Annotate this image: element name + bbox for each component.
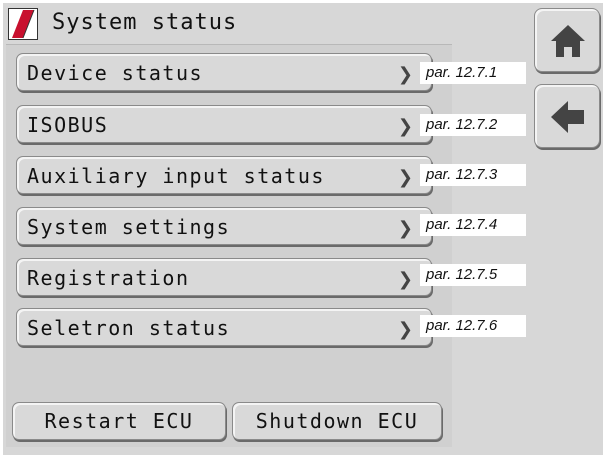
menu-item-system-settings[interactable]: System settings ❯	[16, 207, 432, 245]
chevron-right-icon: ❯	[397, 116, 413, 137]
chevron-right-icon: ❯	[397, 269, 413, 290]
menu-item-registration[interactable]: Registration ❯	[16, 258, 432, 296]
home-button[interactable]	[534, 8, 600, 72]
menu-panel: Device status ❯ ISOBUS ❯ Auxiliary input…	[6, 44, 452, 447]
page-title: System status	[52, 10, 238, 35]
par-reference-label: par. 12.7.3	[420, 164, 526, 186]
back-button[interactable]	[534, 84, 600, 148]
chevron-right-icon: ❯	[397, 64, 413, 85]
shutdown-ecu-button[interactable]: Shutdown ECU	[232, 402, 442, 440]
home-icon	[551, 25, 585, 57]
back-arrow-icon	[551, 101, 584, 133]
menu-item-label: Registration	[27, 266, 190, 290]
menu-item-label: Auxiliary input status	[27, 164, 325, 188]
brand-logo-icon	[8, 8, 38, 40]
menu-item-label: ISOBUS	[27, 113, 109, 137]
par-reference-label: par. 12.7.2	[420, 114, 526, 136]
menu-item-auxiliary-input-status[interactable]: Auxiliary input status ❯	[16, 156, 432, 194]
par-reference-label: par. 12.7.6	[420, 315, 526, 337]
par-reference-label: par. 12.7.5	[420, 264, 526, 286]
title-bar: System status	[4, 4, 450, 42]
restart-ecu-button[interactable]: Restart ECU	[12, 402, 226, 440]
menu-item-label: Seletron status	[27, 316, 231, 340]
par-reference-label: par. 12.7.4	[420, 214, 526, 236]
chevron-right-icon: ❯	[397, 167, 413, 188]
menu-item-seletron-status[interactable]: Seletron status ❯	[16, 308, 432, 346]
menu-item-device-status[interactable]: Device status ❯	[16, 53, 432, 91]
menu-item-label: System settings	[27, 215, 231, 239]
menu-item-isobus[interactable]: ISOBUS ❯	[16, 105, 432, 143]
chevron-right-icon: ❯	[397, 319, 413, 340]
par-reference-label: par. 12.7.1	[420, 62, 526, 84]
menu-item-label: Device status	[27, 61, 204, 85]
chevron-right-icon: ❯	[397, 218, 413, 239]
